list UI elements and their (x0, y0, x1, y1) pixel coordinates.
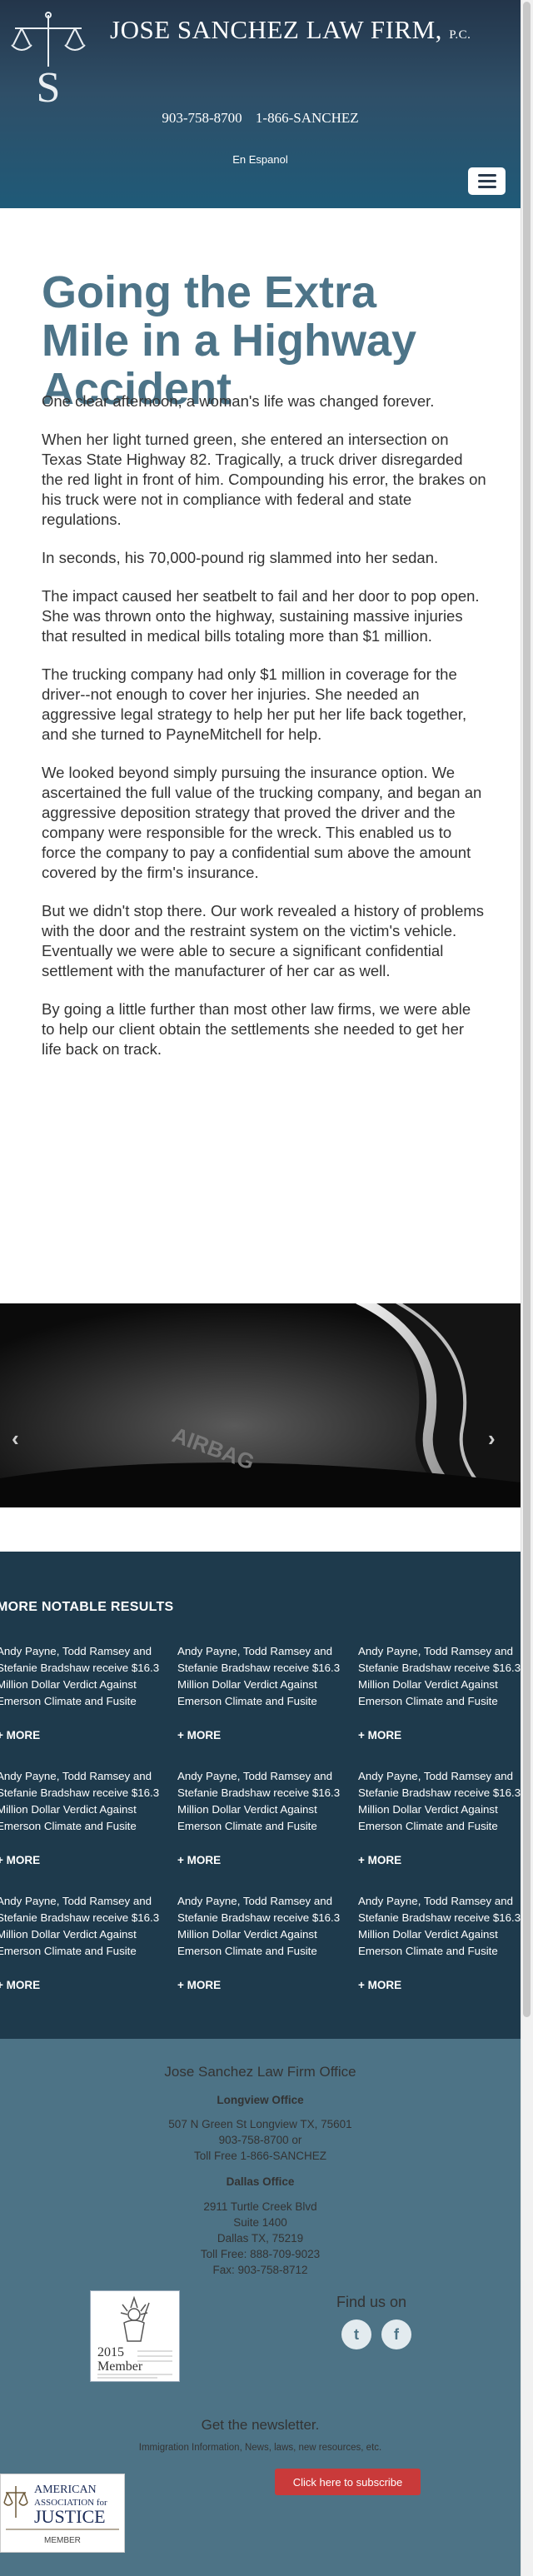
firm-name[interactable]: JOSE SANCHEZ LAW FIRM, P.C. (110, 15, 471, 45)
subscribe-button[interactable]: Click here to subscribe (275, 2469, 421, 2495)
longview-address: 507 N Green St Longview TX, 75601 (168, 2118, 352, 2130)
more-link[interactable]: + MORE (0, 1979, 40, 1991)
more-link[interactable]: + MORE (358, 1729, 401, 1741)
result-item-text: Andy Payne, Todd Ramsey and Stefanie Bra… (177, 1645, 341, 1707)
menu-bar (477, 186, 496, 188)
more-link[interactable]: + MORE (177, 1729, 221, 1741)
svg-text:S: S (37, 64, 61, 107)
phone-numbers: 903-758-8700 1-866-SANCHEZ (0, 110, 521, 127)
dallas-toll-free[interactable]: Toll Free: 888-709-9023 (0, 2246, 521, 2262)
twitter-icon[interactable]: t (341, 2319, 371, 2349)
article-paragraph: When her light turned green, she entered… (42, 431, 486, 528)
facebook-icon[interactable]: f (381, 2319, 411, 2349)
more-link[interactable]: + MORE (358, 1979, 401, 1991)
longview-office-heading: Longview Office (217, 2094, 304, 2106)
more-link[interactable]: + MORE (0, 1854, 40, 1866)
article-paragraph: We looked beyond simply pursuing the ins… (42, 764, 482, 881)
result-item-text: Andy Payne, Todd Ramsey and Stefanie Bra… (177, 1770, 341, 1832)
scrollbar-thumb[interactable] (523, 2, 531, 2017)
longview-toll-free[interactable]: Toll Free 1-866-SANCHEZ (0, 2148, 521, 2164)
more-link[interactable]: + MORE (0, 1729, 40, 1741)
find-us-label: Find us on (336, 2294, 407, 2310)
dallas-office-heading: Dallas Office (226, 2175, 295, 2188)
newsletter-description: Immigration Information, News, laws, new… (138, 2443, 382, 2453)
article-paragraph: The trucking company had only $1 million… (42, 665, 467, 743)
firm-name-text: JOSE SANCHEZ LAW FIRM, (110, 15, 442, 44)
dallas-city: Dallas TX, 75219 (217, 2232, 304, 2245)
longview-phone[interactable]: 903-758-8700 or (0, 2132, 521, 2148)
firm-name-suffix: P.C. (449, 28, 471, 42)
more-link[interactable]: + MORE (358, 1854, 401, 1866)
phone-link-toll-free[interactable]: 1-866-SANCHEZ (256, 110, 359, 126)
result-item-text: Andy Payne, Todd Ramsey and Stefanie Bra… (358, 1770, 521, 1832)
twitter-glyph: t (354, 2325, 359, 2343)
member-badge[interactable]: 2015 Member (90, 2290, 180, 2382)
article-paragraph: One clear afternoon, a woman's life was … (42, 392, 435, 410)
scales-of-justice-logo[interactable]: S (10, 8, 87, 107)
results-heading: MORE NOTABLE RESULTS (0, 1600, 174, 1614)
chevron-right-icon[interactable]: › (488, 1426, 496, 1452)
article-body: One clear afternoon, a woman's life was … (42, 391, 487, 1078)
aaj-line-4: MEMBER (44, 2536, 81, 2545)
badge-label: Member (97, 2359, 143, 2374)
result-item-text: Andy Payne, Todd Ramsey and Stefanie Bra… (0, 1895, 160, 1957)
statue-of-liberty-icon: 2015 Member (97, 2295, 172, 2379)
more-link[interactable]: + MORE (177, 1979, 221, 1991)
article-paragraph: But we didn't stop there. Our work revea… (42, 902, 485, 979)
menu-bar (477, 180, 496, 182)
result-item-text: Andy Payne, Todd Ramsey and Stefanie Bra… (0, 1770, 160, 1832)
notable-results-section: MORE NOTABLE RESULTS Andy Payne, Todd Ra… (0, 1552, 521, 2039)
article-paragraph: In seconds, his 70,000-pound rig slammed… (42, 549, 439, 566)
result-item-text: Andy Payne, Todd Ramsey and Stefanie Bra… (358, 1895, 521, 1957)
aaj-member-badge[interactable]: AMERICAN ASSOCIATION for JUSTICE MEMBER (0, 2474, 125, 2553)
site-header: S JOSE SANCHEZ LAW FIRM, P.C. 903-758-87… (0, 0, 521, 208)
spanish-language-link[interactable]: En Espanol (0, 153, 521, 166)
airbag-dashboard-image: AIRBAG (0, 1303, 521, 1507)
result-item-text: Andy Payne, Todd Ramsey and Stefanie Bra… (0, 1645, 160, 1707)
menu-bar (477, 174, 496, 177)
newsletter-title: Get the newsletter. (201, 2417, 320, 2433)
article-paragraph: The impact caused her seatbelt to fail a… (42, 587, 480, 645)
image-carousel[interactable]: AIRBAG (0, 1303, 521, 1507)
result-item-text: Andy Payne, Todd Ramsey and Stefanie Bra… (177, 1895, 341, 1957)
facebook-glyph: f (394, 2325, 399, 2343)
aaj-line-1: AMERICAN (34, 2484, 97, 2496)
chevron-left-icon[interactable]: ‹ (12, 1426, 19, 1452)
aaj-line-3: JUSTICE (34, 2506, 106, 2527)
badge-year: 2015 (97, 2345, 124, 2359)
article-paragraph: By going a little further than most othe… (42, 1000, 471, 1058)
dallas-suite: Suite 1400 (233, 2216, 287, 2229)
office-title: Jose Sanchez Law Firm Office (164, 2064, 356, 2080)
hamburger-menu-icon[interactable] (468, 167, 506, 195)
more-link[interactable]: + MORE (177, 1854, 221, 1866)
phone-link-main[interactable]: 903-758-8700 (162, 110, 242, 126)
dallas-street: 2911 Turtle Creek Blvd (203, 2200, 317, 2213)
result-item-text: Andy Payne, Todd Ramsey and Stefanie Bra… (358, 1645, 521, 1707)
dallas-fax: Fax: 903-758-8712 (212, 2264, 308, 2276)
aaj-logo: AMERICAN ASSOCIATION for JUSTICE MEMBER (3, 2484, 119, 2545)
